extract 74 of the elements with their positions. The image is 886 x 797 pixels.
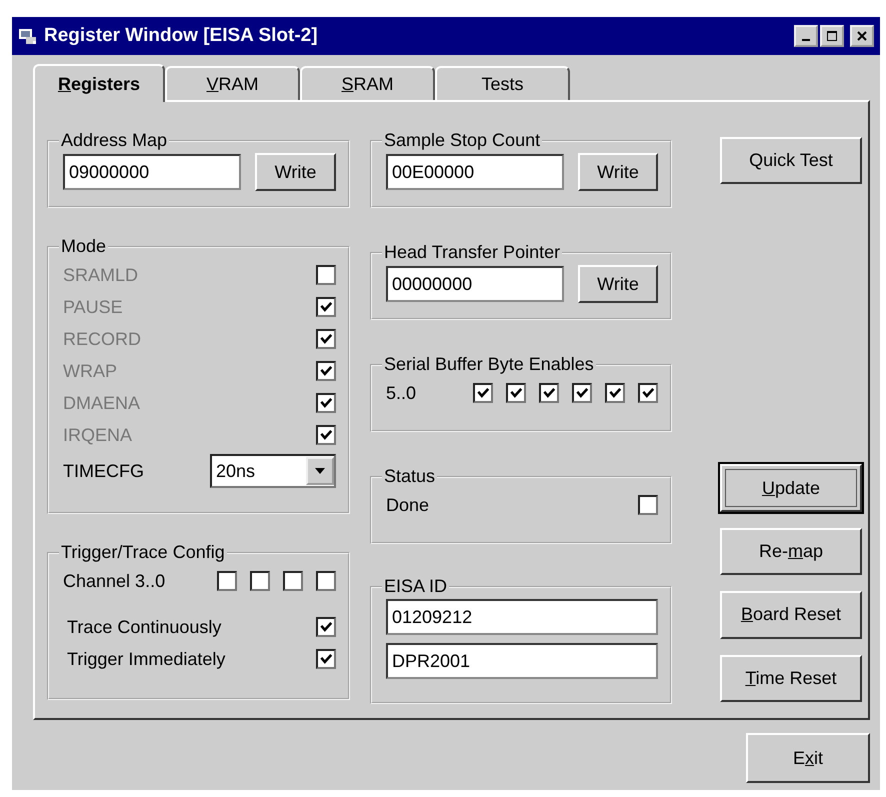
tab[interactable]: SRAM	[300, 66, 435, 100]
quick-test-button[interactable]: Quick Test	[720, 137, 862, 184]
checkbox-label: PAUSE	[63, 296, 123, 318]
text-field[interactable]: 00E00000	[386, 154, 564, 190]
checkbox[interactable]	[572, 383, 592, 403]
checkbox-label: Done	[386, 494, 430, 516]
group-title: Trigger/Trace Config	[60, 542, 226, 563]
group-title: Sample Stop Count	[383, 130, 542, 151]
maximize-icon	[825, 30, 839, 42]
maximize-button[interactable]	[820, 25, 844, 47]
checkbox-label: SRAMLD	[63, 264, 138, 286]
tab[interactable]: Registers	[33, 64, 165, 102]
checkmark-icon	[319, 364, 333, 378]
checkmark-icon	[319, 396, 333, 410]
checkmark-icon	[542, 386, 556, 400]
group-title: Address Map	[60, 130, 168, 151]
checkbox[interactable]	[217, 571, 237, 591]
minimize-icon	[802, 39, 810, 41]
checkbox[interactable]	[506, 383, 526, 403]
group-title: Serial Buffer Byte Enables	[383, 354, 595, 375]
tab[interactable]: VRAM	[165, 66, 300, 100]
checkbox-label: Trace Continuously	[67, 616, 222, 638]
checkbox[interactable]	[638, 383, 658, 403]
group-title: Head Transfer Pointer	[383, 242, 562, 263]
checkbox[interactable]	[539, 383, 559, 403]
write-button[interactable]: Write	[578, 153, 658, 191]
app-icon	[18, 27, 38, 45]
checkbox-label: RECORD	[63, 328, 142, 350]
close-button[interactable]	[850, 25, 874, 47]
checkmark-icon	[319, 652, 333, 666]
text-field[interactable]: 00000000	[386, 266, 564, 302]
text-field[interactable]: 01209212	[386, 599, 658, 635]
field-label: TIMECFG	[63, 460, 144, 482]
field-label: 5..0	[386, 382, 416, 404]
close-icon	[855, 30, 869, 42]
action-button[interactable]: Update	[720, 464, 862, 512]
group-title: Mode	[60, 236, 108, 257]
exit-button[interactable]: Exit	[746, 733, 870, 783]
text-field[interactable]: DPR2001	[386, 643, 658, 679]
text-field[interactable]: 09000000	[63, 154, 241, 190]
checkbox-label: IRQENA	[63, 424, 132, 446]
checkbox[interactable]	[473, 383, 493, 403]
window-title: Register Window [EISA Slot-2]	[44, 25, 319, 47]
checkmark-icon	[476, 386, 490, 400]
action-button[interactable]: Board Reset	[720, 591, 862, 639]
checkbox[interactable]	[605, 383, 625, 403]
checkbox[interactable]	[283, 571, 303, 591]
field-label: Channel 3..0	[63, 570, 166, 592]
checkbox[interactable]	[638, 495, 658, 515]
checkbox[interactable]	[316, 617, 336, 637]
checkbox-label: WRAP	[63, 360, 117, 382]
checkbox[interactable]	[316, 571, 336, 591]
tab[interactable]: Tests	[435, 66, 570, 100]
dropdown[interactable]: 20ns	[210, 454, 336, 488]
checkmark-icon	[641, 386, 655, 400]
group-title: Status	[383, 466, 436, 487]
checkmark-icon	[319, 300, 333, 314]
action-button[interactable]: Re-map	[720, 528, 862, 576]
action-button[interactable]: Time Reset	[720, 654, 862, 702]
checkmark-icon	[319, 620, 333, 634]
checkbox-label: Trigger Immediately	[67, 648, 226, 670]
checkmark-icon	[509, 386, 523, 400]
checkmark-icon	[575, 386, 589, 400]
write-button[interactable]: Write	[578, 265, 658, 303]
group-title: EISA ID	[383, 576, 448, 597]
dropdown-arrow-icon	[315, 468, 325, 474]
checkmark-icon	[319, 428, 333, 442]
checkbox[interactable]	[316, 649, 336, 669]
checkbox[interactable]	[250, 571, 270, 591]
checkmark-icon	[319, 332, 333, 346]
checkmark-icon	[608, 386, 622, 400]
checkbox-label: DMAENA	[63, 392, 140, 414]
write-button[interactable]: Write	[255, 153, 336, 191]
minimize-button[interactable]	[794, 25, 818, 47]
